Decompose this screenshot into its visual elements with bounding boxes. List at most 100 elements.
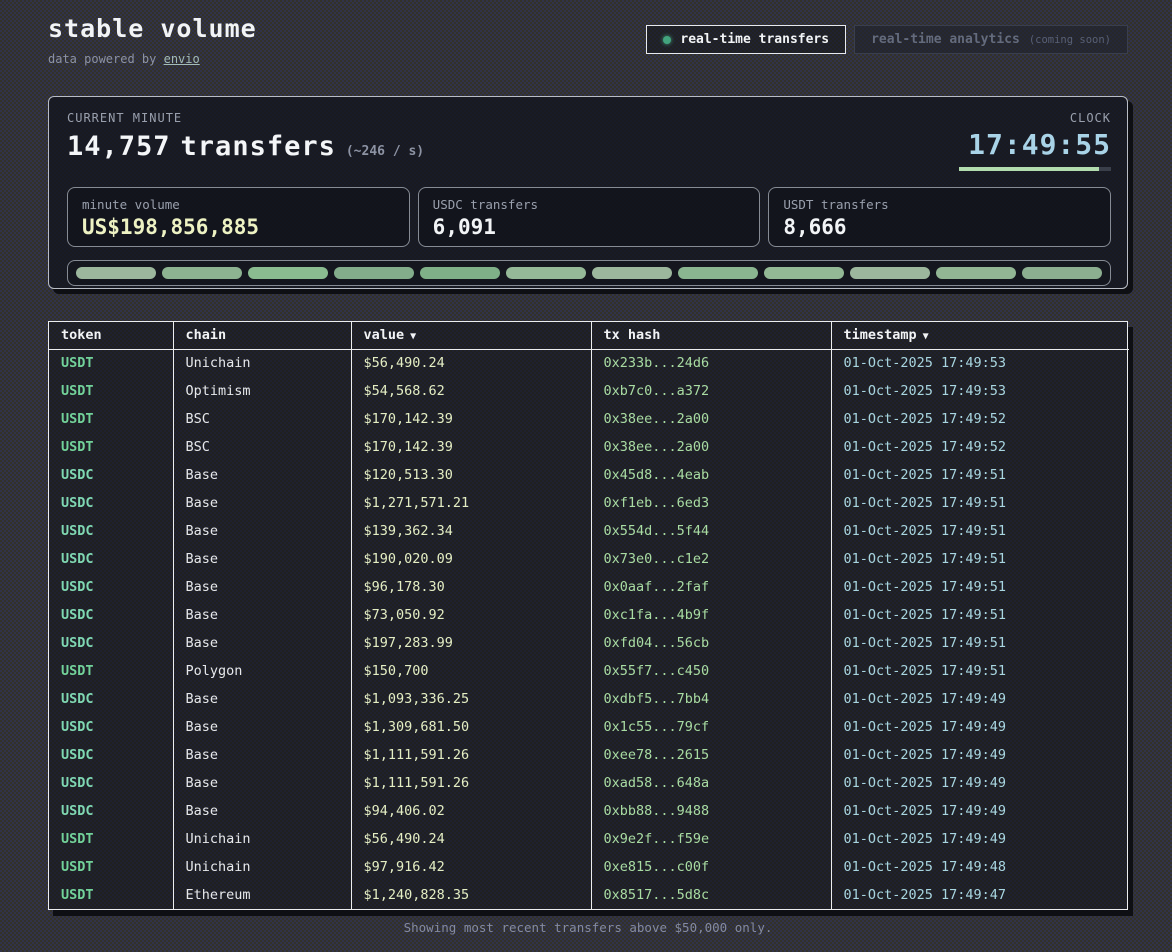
activity-segment xyxy=(850,267,930,279)
cell-hash[interactable]: 0xf1eb...6ed3 xyxy=(591,489,831,517)
col-header-timestamp[interactable]: timestamp▼ xyxy=(831,322,1129,349)
cell-ts: 01-Oct-2025 17:49:51 xyxy=(831,545,1129,573)
cell-chain: Polygon xyxy=(173,657,351,685)
cell-hash[interactable]: 0xdbf5...7bb4 xyxy=(591,685,831,713)
cell-hash[interactable]: 0xee78...2615 xyxy=(591,741,831,769)
cell-value: $96,178.30 xyxy=(351,573,591,601)
cell-hash[interactable]: 0xbb88...9488 xyxy=(591,797,831,825)
cell-hash[interactable]: 0x233b...24d6 xyxy=(591,349,831,377)
cell-value: $1,093,336.25 xyxy=(351,685,591,713)
minute-activity-segments xyxy=(67,260,1111,286)
cell-chain: Base xyxy=(173,769,351,797)
table-row: USDCBase$1,093,336.250xdbf5...7bb401-Oct… xyxy=(49,685,1129,713)
clock-label: CLOCK xyxy=(959,111,1111,125)
cell-ts: 01-Oct-2025 17:49:53 xyxy=(831,377,1129,405)
cell-value: $1,271,571.21 xyxy=(351,489,591,517)
tab-realtime-transfers[interactable]: real-time transfers xyxy=(646,25,846,54)
live-dot-icon xyxy=(663,36,671,44)
table-row: USDCBase$1,111,591.260xee78...261501-Oct… xyxy=(49,741,1129,769)
table-row: USDTUnichain$56,490.240x233b...24d601-Oc… xyxy=(49,349,1129,377)
cell-chain: BSC xyxy=(173,433,351,461)
cell-hash[interactable]: 0x8517...5d8c xyxy=(591,881,831,909)
table-row: USDTPolygon$150,7000x55f7...c45001-Oct-2… xyxy=(49,657,1129,685)
cell-token: USDC xyxy=(49,573,173,601)
stat-label: USDT transfers xyxy=(783,197,1096,212)
minute-summary: CURRENT MINUTE 14,757 transfers (~246 / … xyxy=(67,111,424,162)
transfers-table: tokenchainvalue▼tx hashtimestamp▼ USDTUn… xyxy=(48,321,1128,910)
cell-token: USDT xyxy=(49,853,173,881)
footer-note: Showing most recent transfers above $50,… xyxy=(48,920,1128,935)
cell-token: USDC xyxy=(49,713,173,741)
cell-chain: Base xyxy=(173,629,351,657)
cell-ts: 01-Oct-2025 17:49:49 xyxy=(831,797,1129,825)
cell-value: $56,490.24 xyxy=(351,349,591,377)
cell-hash[interactable]: 0x38ee...2a00 xyxy=(591,433,831,461)
cell-value: $56,490.24 xyxy=(351,825,591,853)
cell-value: $94,406.02 xyxy=(351,797,591,825)
cell-ts: 01-Oct-2025 17:49:53 xyxy=(831,349,1129,377)
envio-link[interactable]: envio xyxy=(164,52,200,66)
cell-value: $170,142.39 xyxy=(351,433,591,461)
stat-label: minute volume xyxy=(82,197,395,212)
page-title: stable volume xyxy=(48,14,257,43)
sort-desc-icon: ▼ xyxy=(410,331,416,342)
table-row: USDCBase$197,283.990xfd04...56cb01-Oct-2… xyxy=(49,629,1129,657)
cell-ts: 01-Oct-2025 17:49:49 xyxy=(831,825,1129,853)
cell-value: $54,568.62 xyxy=(351,377,591,405)
cell-ts: 01-Oct-2025 17:49:52 xyxy=(831,405,1129,433)
clock-box: CLOCK 17:49:55 xyxy=(959,111,1111,171)
stat-usdc-transfers: USDC transfers 6,091 xyxy=(418,187,761,247)
cell-ts: 01-Oct-2025 17:49:49 xyxy=(831,769,1129,797)
cell-hash[interactable]: 0x38ee...2a00 xyxy=(591,405,831,433)
activity-segment xyxy=(420,267,500,279)
col-header-token[interactable]: token xyxy=(49,322,173,349)
tab-realtime-analytics[interactable]: real-time analytics (coming soon) xyxy=(854,25,1128,54)
col-header-tx-hash[interactable]: tx hash xyxy=(591,322,831,349)
col-header-value[interactable]: value▼ xyxy=(351,322,591,349)
table-row: USDCBase$94,406.020xbb88...948801-Oct-20… xyxy=(49,797,1129,825)
cell-chain: Base xyxy=(173,573,351,601)
cell-hash[interactable]: 0x554d...5f44 xyxy=(591,517,831,545)
cell-value: $170,142.39 xyxy=(351,405,591,433)
cell-ts: 01-Oct-2025 17:49:49 xyxy=(831,713,1129,741)
table-row: USDCBase$190,020.090x73e0...c1e201-Oct-2… xyxy=(49,545,1129,573)
cell-value: $120,513.30 xyxy=(351,461,591,489)
cell-chain: Base xyxy=(173,685,351,713)
sort-desc-icon: ▼ xyxy=(923,331,929,342)
activity-segment xyxy=(764,267,844,279)
current-minute-label: CURRENT MINUTE xyxy=(67,111,424,125)
activity-segment xyxy=(1022,267,1102,279)
cell-token: USDC xyxy=(49,517,173,545)
cell-chain: Optimism xyxy=(173,377,351,405)
current-minute-panel: CURRENT MINUTE 14,757 transfers (~246 / … xyxy=(48,96,1128,289)
cell-hash[interactable]: 0xe815...c00f xyxy=(591,853,831,881)
cell-hash[interactable]: 0x9e2f...f59e xyxy=(591,825,831,853)
cell-ts: 01-Oct-2025 17:49:51 xyxy=(831,657,1129,685)
cell-ts: 01-Oct-2025 17:49:47 xyxy=(831,881,1129,909)
cell-hash[interactable]: 0x45d8...4eab xyxy=(591,461,831,489)
cell-token: USDC xyxy=(49,461,173,489)
cell-token: USDT xyxy=(49,349,173,377)
col-header-chain[interactable]: chain xyxy=(173,322,351,349)
table-row: USDTUnichain$56,490.240x9e2f...f59e01-Oc… xyxy=(49,825,1129,853)
table-row: USDCBase$139,362.340x554d...5f4401-Oct-2… xyxy=(49,517,1129,545)
cell-hash[interactable]: 0xb7c0...a372 xyxy=(591,377,831,405)
cell-ts: 01-Oct-2025 17:49:48 xyxy=(831,853,1129,881)
cell-ts: 01-Oct-2025 17:49:49 xyxy=(831,741,1129,769)
cell-value: $197,283.99 xyxy=(351,629,591,657)
stat-value: 6,091 xyxy=(433,215,746,239)
cell-hash[interactable]: 0x73e0...c1e2 xyxy=(591,545,831,573)
cell-ts: 01-Oct-2025 17:49:51 xyxy=(831,489,1129,517)
cell-hash[interactable]: 0xc1fa...4b9f xyxy=(591,601,831,629)
brand: stable volume data powered by envio xyxy=(48,14,257,66)
cell-token: USDT xyxy=(49,825,173,853)
transfer-count: 14,757 xyxy=(67,131,171,162)
top-bar: stable volume data powered by envio real… xyxy=(48,0,1128,90)
cell-hash[interactable]: 0x0aaf...2faf xyxy=(591,573,831,601)
cell-hash[interactable]: 0xfd04...56cb xyxy=(591,629,831,657)
cell-hash[interactable]: 0x55f7...c450 xyxy=(591,657,831,685)
cell-hash[interactable]: 0x1c55...79cf xyxy=(591,713,831,741)
tab-label: real-time transfers xyxy=(680,32,829,47)
cell-hash[interactable]: 0xad58...648a xyxy=(591,769,831,797)
cell-chain: Base xyxy=(173,601,351,629)
